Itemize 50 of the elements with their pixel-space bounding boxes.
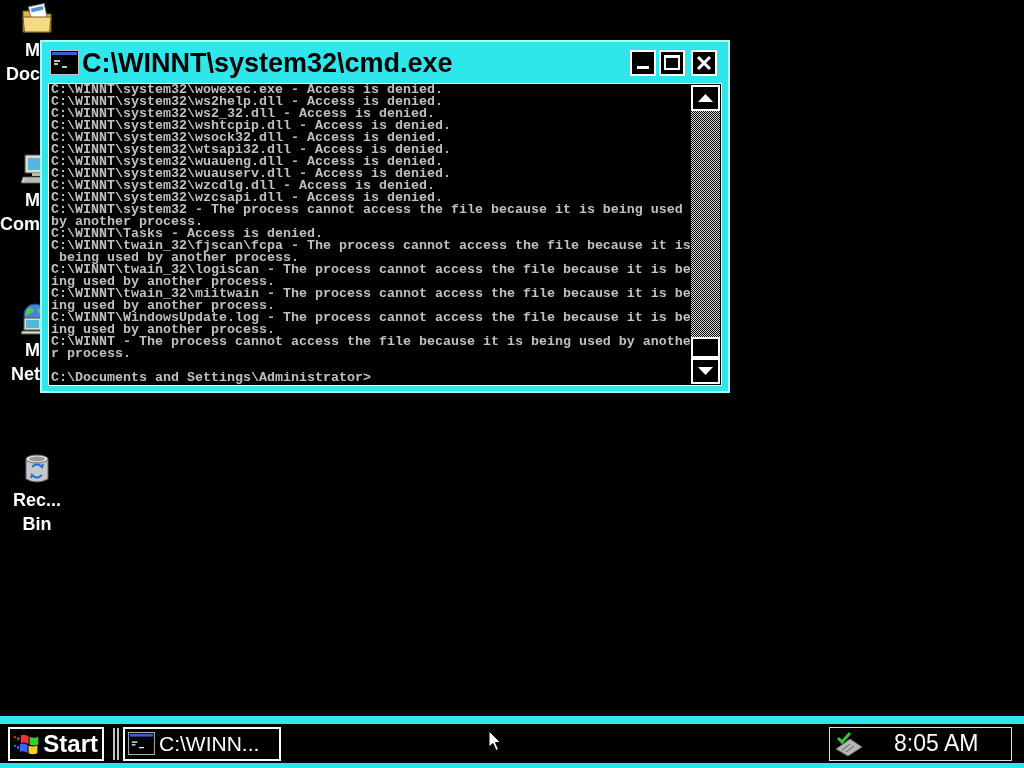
console-output-line: C:\WINNT\system32 - The process cannot access the file because it is being used: [51, 204, 683, 216]
icon-label[interactable]: M Doc: [6, 38, 40, 86]
close-icon: [696, 54, 712, 71]
console-output-line: r process.: [51, 348, 131, 360]
minimize-icon: [637, 65, 649, 69]
console-output-line: C:\WINNT\twain_32\fjscan\fcpa - The process cannot access the file because it is: [51, 240, 691, 252]
icon-label[interactable]: Rec... Bin: [13, 488, 61, 536]
console-output-line: ing used by another process.: [51, 300, 275, 312]
start-button[interactable]: Start: [8, 726, 104, 761]
console-output-line: C:\WINNT\system32\wzcsapi.dll - Access is denied.: [51, 192, 443, 204]
scroll-down-button[interactable]: [691, 358, 720, 384]
mouse-pointer-icon: [488, 730, 502, 752]
maximize-icon: [664, 55, 680, 70]
console-output-line: C:\WINNT\WindowsUpdate.log - The process cannot access the file because it is be: [51, 312, 691, 324]
icon-label[interactable]: M Com: [0, 188, 40, 236]
console-output-line: C:\WINNT\system32\wowexec.exe - Access is denied.: [51, 84, 443, 96]
console-output-line: C:\WINNT\system32\wzcdlg.dll - Access is denied.: [51, 180, 435, 192]
clock: 8:05 AM: [894, 730, 979, 757]
window-title: C:\WINNT\system32\cmd.exe: [82, 46, 454, 79]
close-button[interactable]: [691, 49, 717, 76]
console-icon: [128, 732, 155, 755]
scroll-thumb[interactable]: [691, 337, 720, 358]
console-output-line: C:\WINNT\system32\wtsapi32.dll - Access is denied.: [51, 144, 451, 156]
console-output-line: C:\WINNT\system32\ws2_32.dll - Access is denied.: [51, 108, 435, 120]
windows-flag-icon: [14, 732, 40, 755]
console-output-line: C:\WINNT\system32\wuauserv.dll - Access is denied.: [51, 168, 451, 180]
console-output-line: ing used by another process.: [51, 276, 275, 288]
console-icon: [50, 50, 79, 75]
scroll-up-button[interactable]: [691, 85, 720, 111]
taskbar-window-button[interactable]: C:\WINN...: [123, 726, 281, 761]
console-output-line: C:\WINNT\twain_32\miitwain - The process cannot access the file because it is be: [51, 288, 691, 300]
console-output-line: C:\WINNT\Tasks - Access is denied.: [51, 228, 323, 240]
console-output-line: being used by another process.: [59, 252, 299, 264]
console-output-line: C:\WINNT\twain_32\logiscan - The process cannot access the file because it is be: [51, 264, 691, 276]
caret-up-icon: [698, 94, 713, 102]
console-output-line: by another process.: [51, 216, 203, 228]
console-output-line: C:\WINNT - The process cannot access the file because it is being used by anothe: [51, 336, 691, 348]
console-output-line: C:\WINNT\system32\ws2help.dll - Access is denied.: [51, 96, 443, 108]
console-output-line: ing used by another process.: [51, 324, 275, 336]
caret-down-icon: [698, 367, 713, 375]
folder-icon[interactable]: [21, 3, 53, 35]
maximize-button[interactable]: [659, 49, 685, 76]
console-output-line: C:\WINNT\system32\wshtcpip.dll - Access is denied.: [51, 120, 451, 132]
console-output-line: C:\WINNT\system32\wuaueng.dll - Access is denied.: [51, 156, 443, 168]
command-prompt[interactable]: C:\Documents and Settings\Administrator>: [51, 372, 371, 384]
icon-label[interactable]: M Net: [11, 338, 40, 386]
minimize-button[interactable]: [630, 49, 656, 76]
console-output-line: C:\WINNT\system32\wsock32.dll - Access is denied.: [51, 132, 443, 144]
hardware-tick-icon[interactable]: [834, 730, 864, 757]
taskbar-grip[interactable]: [113, 727, 119, 760]
